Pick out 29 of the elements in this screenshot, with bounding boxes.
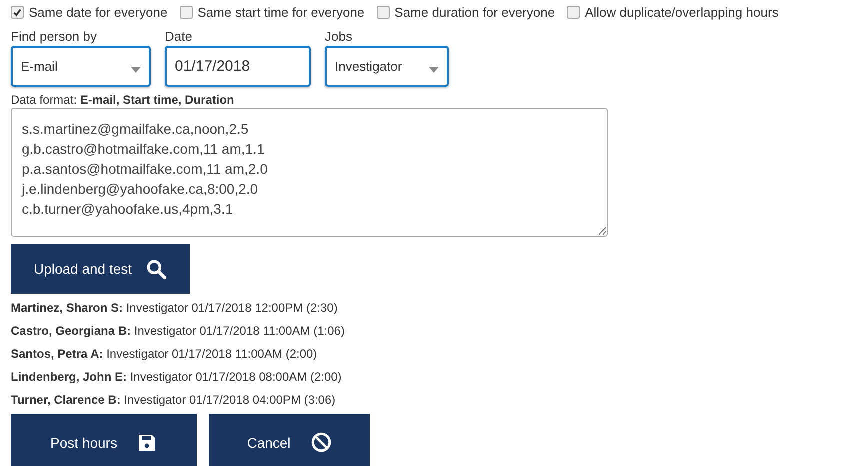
checkbox[interactable] bbox=[180, 6, 193, 18]
checkbox-label[interactable]: Allow duplicate/overlapping hours bbox=[585, 4, 779, 20]
dropdown[interactable]: Investigator bbox=[325, 46, 449, 87]
result-line: Castro, Georgiana B: Investigator 01/17/2018 11:00AM (1:06) bbox=[11, 323, 346, 340]
save-icon bbox=[137, 432, 158, 452]
caret-icon bbox=[429, 66, 439, 72]
checkbox[interactable] bbox=[11, 6, 24, 18]
dropdown[interactable]: E-mail bbox=[11, 46, 151, 87]
checkbox[interactable] bbox=[567, 6, 580, 18]
result-line: Santos, Petra A: Investigator 01/17/2018 11:00AM (2:00) bbox=[11, 346, 318, 363]
checkbox-label[interactable]: Same start time for everyone bbox=[198, 4, 365, 20]
result-line: Lindenberg, John E: Investigator 01/17/2018 08:00AM (2:00) bbox=[11, 369, 343, 386]
field-label: Find person by bbox=[11, 29, 98, 44]
data-format-text: Data format: E-mail, Start time, Duration bbox=[11, 93, 236, 108]
checkbox-label[interactable]: Same date for everyone bbox=[29, 4, 168, 20]
cancel-icon bbox=[310, 432, 332, 453]
result-line: Turner, Clarence B: Investigator 01/17/2018 04:00PM (3:06) bbox=[11, 392, 337, 409]
search-icon bbox=[146, 258, 168, 280]
result-line: Martinez, Sharon S: Investigator 01/17/2018 12:00PM (2:30) bbox=[11, 300, 339, 317]
post-hours-button[interactable]: Post hours bbox=[11, 414, 197, 466]
upload-and-test-button[interactable]: Upload and test bbox=[11, 244, 190, 294]
date-field[interactable]: 01/17/2018 bbox=[165, 46, 311, 87]
field-label: Date bbox=[165, 29, 194, 44]
checkbox[interactable] bbox=[376, 6, 390, 18]
field-label: Jobs bbox=[325, 29, 354, 44]
checkbox-label[interactable]: Same duration for everyone bbox=[394, 4, 556, 20]
data-input-field[interactable]: s.s.martinez@gmailfake.ca,noon,2.5 g.b.castro@hotmailfake.com,11 am,1.1 p.a.santos@hotmailfake.com,11 am,2.0 j.e.lindenberg@yahoofake.ca,8:00,2.0 c.b.turner@yahoofake.us,4pm,3.1 bbox=[11, 108, 608, 237]
cancel-button[interactable]: Cancel bbox=[209, 414, 370, 466]
caret-icon bbox=[131, 66, 141, 72]
